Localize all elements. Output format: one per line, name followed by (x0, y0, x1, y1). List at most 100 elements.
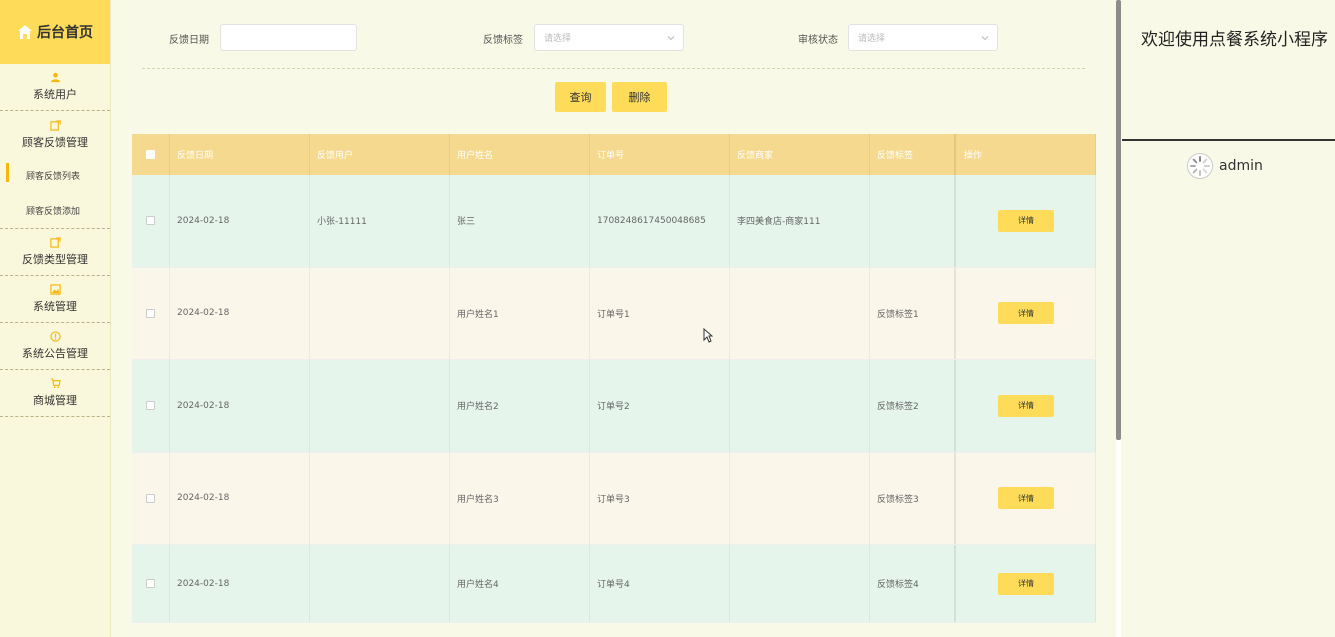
sidebar-item-feedback-management[interactable]: 顾客反馈管理 (0, 111, 110, 158)
detail-button[interactable]: 详情 (998, 209, 1054, 232)
mouse-cursor-icon (703, 328, 713, 343)
cell-name: 用户姓名2 (450, 360, 590, 452)
tag-select-placeholder: 请选择 (544, 34, 572, 44)
row-checkbox-cell (132, 175, 170, 267)
cell-tag: 反馈标签4 (870, 545, 956, 622)
column-header[interactable]: 反馈标签 (870, 134, 956, 175)
select-all-cell (132, 134, 170, 175)
sidebar: 后台首页 系统用户 顾客反馈管理 顾客反馈列表 顾客反馈添加 反馈类型管理 系统… (0, 0, 111, 637)
cell-name: 用户姓名4 (450, 545, 590, 622)
sidebar-item-announcement-management[interactable]: 系统公告管理 (0, 323, 110, 370)
sidebar-item-label: 系统用户 (33, 88, 77, 101)
cell-user: 小张-11111 (310, 175, 450, 267)
column-header[interactable]: 反馈用户 (310, 134, 450, 175)
edit-icon (49, 119, 61, 131)
cell-date: 2024-02-18 (170, 360, 310, 452)
cell-tag: 反馈标签2 (870, 360, 956, 452)
table-row: 2024-02-18 用户姓名4 订单号4 反馈标签4 详情 (132, 545, 1096, 623)
query-button[interactable]: 查询 (555, 82, 606, 112)
detail-button[interactable]: 详情 (998, 394, 1054, 417)
submenu-item-feedback-add[interactable]: 顾客反馈添加 (0, 193, 110, 228)
search-bar: 反馈日期 反馈标签 请选择 审核状态 请选择 (111, 0, 1116, 70)
divider (1122, 139, 1335, 141)
info-icon (49, 331, 61, 342)
delete-button[interactable]: 删除 (612, 82, 667, 112)
chevron-down-icon (981, 36, 989, 41)
cell-order: 订单号4 (590, 545, 730, 622)
cell-order: 1708248617450048685 (590, 175, 730, 267)
detail-button[interactable]: 详情 (998, 487, 1054, 510)
sidebar-item-feedback-type-management[interactable]: 反馈类型管理 (0, 229, 110, 276)
sidebar-item-label: 系统公告管理 (22, 347, 88, 360)
sidebar-item-label: 系统管理 (33, 300, 77, 313)
column-header: 操作 (956, 134, 1096, 175)
sidebar-item-mall-management[interactable]: 商城管理 (0, 370, 110, 417)
row-checkbox-cell (132, 267, 170, 359)
cell-order: 订单号3 (590, 452, 730, 544)
row-checkbox-cell (132, 452, 170, 544)
username: admin (1219, 158, 1263, 174)
submenu-label: 顾客反馈列表 (26, 172, 81, 182)
cell-merchant (730, 452, 870, 544)
table-row: 2024-02-18 用户姓名2 订单号2 反馈标签2 详情 (132, 360, 1096, 453)
detail-button[interactable]: 详情 (998, 572, 1054, 595)
feedback-table: 反馈日期 反馈用户 用户姓名 订单号 反馈商家 反馈标签 操作 2024-02-… (132, 134, 1096, 623)
table-row: 2024-02-18 用户姓名3 订单号3 反馈标签3 详情 (132, 452, 1096, 545)
edit-icon (49, 237, 61, 248)
cell-actions: 详情 (956, 452, 1096, 544)
cell-merchant: 李四美食店-商家111 (730, 175, 870, 267)
logo-home-link[interactable]: 后台首页 (0, 0, 110, 64)
cell-user (310, 267, 450, 359)
date-input[interactable] (220, 24, 357, 51)
column-header[interactable]: 用户姓名 (450, 134, 590, 175)
row-checkbox[interactable] (146, 308, 155, 318)
sidebar-item-label: 商城管理 (33, 394, 77, 407)
cell-date: 2024-02-18 (170, 452, 310, 544)
cell-date: 2024-02-18 (170, 175, 310, 267)
user-info[interactable]: admin (1187, 153, 1263, 179)
submenu-feedback: 顾客反馈列表 顾客反馈添加 (0, 158, 110, 229)
cell-user (310, 545, 450, 622)
cell-actions: 详情 (956, 360, 1096, 452)
avatar (1187, 153, 1213, 179)
row-checkbox[interactable] (146, 493, 155, 503)
row-checkbox[interactable] (146, 216, 155, 226)
sidebar-item-system-users[interactable]: 系统用户 (0, 64, 110, 111)
status-label: 审核状态 (798, 35, 838, 46)
submenu-item-feedback-list[interactable]: 顾客反馈列表 (0, 158, 110, 193)
cell-date: 2024-02-18 (170, 267, 310, 359)
column-header[interactable]: 反馈商家 (730, 134, 870, 175)
cell-name: 张三 (450, 175, 590, 267)
cell-actions: 详情 (956, 545, 1096, 622)
cell-user (310, 452, 450, 544)
cell-merchant (730, 360, 870, 452)
tag-label: 反馈标签 (483, 35, 523, 46)
divider (142, 68, 1085, 69)
scrollbar-thumb[interactable] (1116, 0, 1121, 440)
sidebar-item-system-management[interactable]: 系统管理 (0, 276, 110, 323)
row-checkbox[interactable] (146, 401, 155, 411)
cell-date: 2024-02-18 (170, 545, 310, 622)
logo-text: 后台首页 (37, 25, 93, 41)
select-all-checkbox[interactable] (146, 150, 155, 159)
row-checkbox-cell (132, 545, 170, 622)
status-select-placeholder: 请选择 (858, 34, 886, 44)
cell-actions: 详情 (956, 175, 1096, 267)
status-select[interactable]: 请选择 (848, 24, 998, 51)
date-label: 反馈日期 (169, 35, 209, 46)
table-row: 2024-02-18 用户姓名1 订单号1 反馈标签1 详情 (132, 267, 1096, 360)
tag-select[interactable]: 请选择 (534, 24, 684, 51)
cell-actions: 详情 (956, 267, 1096, 359)
table-row: 2024-02-18 小张-11111 张三 17082486174500486… (132, 175, 1096, 268)
row-checkbox-cell (132, 360, 170, 452)
cell-merchant (730, 545, 870, 622)
welcome-title: 欢迎使用点餐系统小程序 (1141, 30, 1328, 50)
user-icon (50, 72, 61, 83)
detail-button[interactable]: 详情 (998, 302, 1054, 325)
cell-merchant (730, 267, 870, 359)
right-panel: 欢迎使用点餐系统小程序 admin (1122, 0, 1335, 637)
column-header[interactable]: 反馈日期 (170, 134, 310, 175)
loading-icon (1190, 156, 1210, 176)
row-checkbox[interactable] (146, 579, 155, 588)
column-header[interactable]: 订单号 (590, 134, 730, 175)
